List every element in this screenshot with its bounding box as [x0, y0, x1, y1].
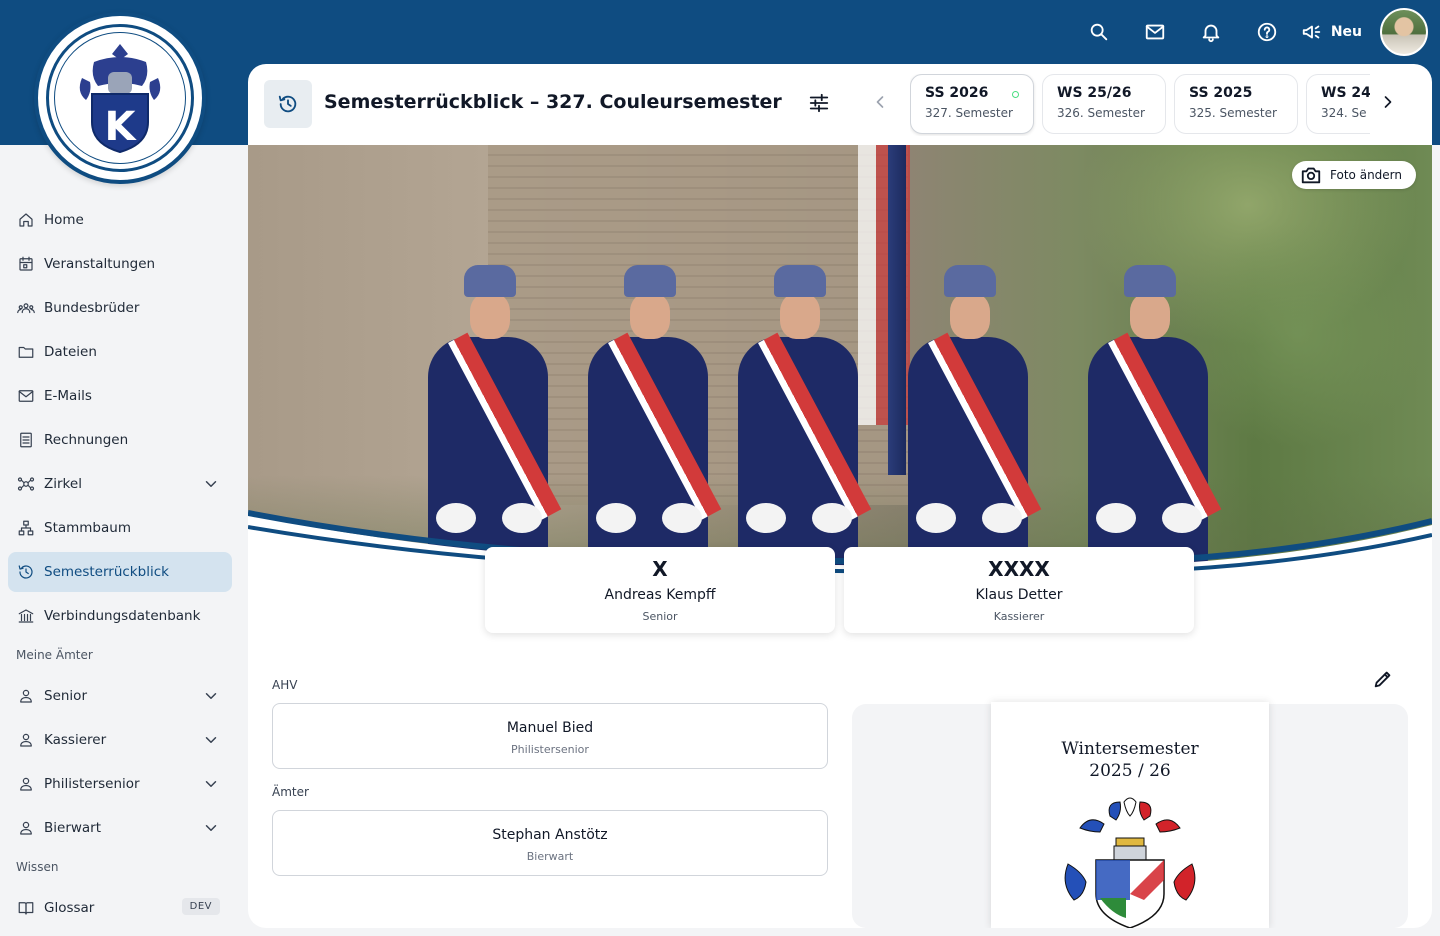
ahv-label: AHV	[272, 678, 298, 692]
bell-icon[interactable]	[1183, 8, 1239, 56]
sidebar-item-philistersenior[interactable]: Philistersenior	[8, 764, 232, 804]
chevron-down-icon[interactable]	[202, 475, 220, 493]
semester-program-cover[interactable]: Wintersemester 2025 / 26	[991, 702, 1269, 928]
tree-icon	[16, 518, 36, 538]
sidebar-item-rechnungen[interactable]: Rechnungen	[8, 420, 232, 460]
sidebar-item-glossar[interactable]: Glossar DEV	[8, 888, 232, 928]
building-icon	[16, 606, 36, 626]
cover-title-line2: 2025 / 26	[1089, 761, 1171, 781]
chevron-down-icon[interactable]	[202, 775, 220, 793]
coat-of-arms-icon: K	[79, 44, 161, 154]
person-icon	[16, 818, 36, 838]
people-icon	[16, 298, 36, 318]
book-icon	[16, 898, 36, 918]
chevron-down-icon[interactable]	[202, 731, 220, 749]
section-label-knowledge: Wissen	[16, 860, 59, 874]
sidebar-item-home[interactable]: Home	[8, 200, 232, 240]
mail-icon[interactable]	[1127, 8, 1183, 56]
aemter-tile[interactable]: Stephan Anstötz Bierwart	[272, 810, 828, 876]
current-semester-indicator-icon	[1012, 91, 1019, 98]
camera-icon	[1301, 167, 1321, 184]
officer-card-senior[interactable]: X Andreas Kempff Senior	[485, 547, 835, 633]
sidebar-item-emails[interactable]: E-Mails	[8, 376, 232, 416]
sidebar-item-veranstaltungen[interactable]: Veranstaltungen	[8, 244, 232, 284]
svg-text:K: K	[105, 104, 138, 150]
chevron-right-icon[interactable]	[1378, 92, 1402, 116]
sidebar-item-zirkel[interactable]: Zirkel	[8, 464, 232, 504]
decorative-wave	[248, 510, 1432, 595]
semester-chip-ss2025[interactable]: SS 2025 325. Semester	[1174, 74, 1298, 134]
dev-badge: DEV	[181, 898, 220, 915]
semester-selector: SS 2026 327. Semester WS 25/26 326. Seme…	[910, 74, 1370, 136]
sidebar-item-bundesbrueder[interactable]: Bundesbrüder	[8, 288, 232, 328]
coat-of-arms-icon	[1064, 797, 1196, 928]
sidebar: Home Veranstaltungen Bundesbrüder Dateie…	[0, 200, 248, 932]
chevron-left-icon[interactable]	[870, 92, 894, 116]
person-icon	[16, 774, 36, 794]
sidebar-item-stammbaum[interactable]: Stammbaum	[8, 508, 232, 548]
history-icon	[16, 562, 36, 582]
sidebar-item-dateien[interactable]: Dateien	[8, 332, 232, 372]
tile-role: Bierwart	[526, 850, 574, 863]
officer-name: Andreas Kempff	[604, 587, 716, 603]
filter-settings-icon[interactable]	[808, 92, 832, 116]
semester-chip-ws24[interactable]: WS 24 324. Se	[1306, 74, 1370, 134]
user-avatar[interactable]	[1380, 8, 1428, 56]
person-icon	[16, 730, 36, 750]
semester-chip-ss2026[interactable]: SS 2026 327. Semester	[910, 74, 1034, 134]
sidebar-item-senior[interactable]: Senior	[8, 676, 232, 716]
history-icon	[264, 80, 312, 128]
officer-name: Klaus Detter	[975, 587, 1063, 603]
chevron-down-icon[interactable]	[202, 819, 220, 837]
officer-card-kassierer[interactable]: XXXX Klaus Detter Kassierer	[844, 547, 1194, 633]
section-label-my-offices: Meine Ämter	[16, 648, 93, 662]
officer-role: Senior	[642, 610, 678, 623]
main-card: Semesterrückblick – 327. Couleursemester…	[248, 64, 1432, 928]
new-button-label: Neu	[1330, 24, 1362, 40]
tile-name: Manuel Bied	[506, 720, 594, 736]
calendar-icon	[16, 254, 36, 274]
fraternity-logo[interactable]: K	[34, 12, 206, 184]
help-icon[interactable]	[1239, 8, 1295, 56]
edit-pencil-icon[interactable]	[1372, 668, 1396, 692]
officer-role: Kassierer	[993, 610, 1045, 623]
sidebar-item-semesterrueckblick[interactable]: Semesterrückblick	[8, 552, 232, 592]
page-title: Semesterrückblick – 327. Couleursemester	[324, 91, 782, 113]
sidebar-item-kassierer[interactable]: Kassierer	[8, 720, 232, 760]
invoice-icon	[16, 430, 36, 450]
circle-network-icon	[16, 474, 36, 494]
semester-chip-ws2526[interactable]: WS 25/26 326. Semester	[1042, 74, 1166, 134]
page-header: Semesterrückblick – 327. Couleursemester…	[248, 64, 1432, 145]
change-photo-label: Foto ändern	[1330, 168, 1402, 182]
officer-symbol: XXXX	[988, 557, 1050, 581]
top-bar-actions: Neu	[1071, 8, 1428, 56]
sidebar-item-verbindungsdatenbank[interactable]: Verbindungsdatenbank	[8, 596, 232, 636]
home-icon	[16, 210, 36, 230]
new-button[interactable]: Neu	[1295, 8, 1380, 56]
change-photo-button[interactable]: Foto ändern	[1292, 161, 1416, 189]
tile-role: Philistersenior	[511, 743, 589, 756]
tile-name: Stephan Anstötz	[492, 827, 608, 843]
aemter-label: Ämter	[272, 785, 309, 799]
sidebar-item-bierwart[interactable]: Bierwart	[8, 808, 232, 848]
megaphone-icon	[1302, 25, 1321, 39]
officer-symbol: X	[652, 557, 668, 581]
ahv-tile[interactable]: Manuel Bied Philistersenior	[272, 703, 828, 769]
semester-photo: Foto ändern	[248, 145, 1432, 595]
chevron-down-icon[interactable]	[202, 687, 220, 705]
mail-icon	[16, 386, 36, 406]
folder-icon	[16, 342, 36, 362]
cover-title-line1: Wintersemester	[1061, 739, 1199, 759]
person-icon	[16, 686, 36, 706]
search-icon[interactable]	[1071, 8, 1127, 56]
